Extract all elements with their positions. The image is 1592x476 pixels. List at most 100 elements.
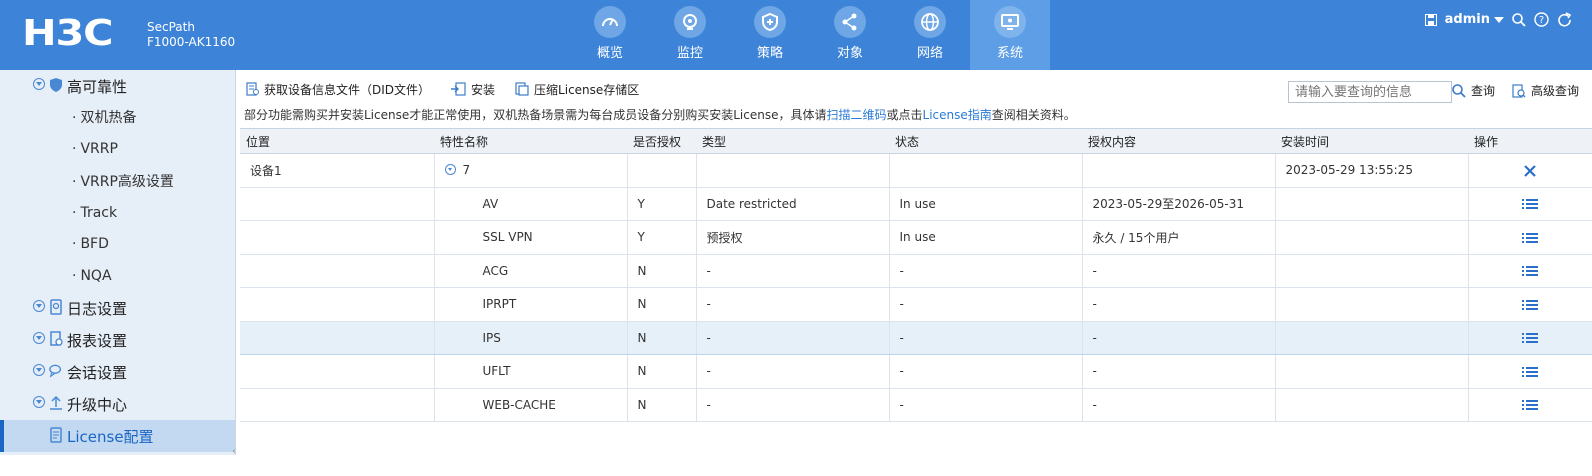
nav-monitor[interactable]: 监控: [650, 0, 730, 70]
cell-type: -: [696, 388, 890, 422]
col-authorized[interactable]: 是否授权: [627, 128, 696, 154]
logout-icon[interactable]: [1557, 12, 1572, 27]
search-input[interactable]: [1288, 81, 1452, 103]
col-content[interactable]: 授权内容: [1082, 128, 1275, 154]
col-status[interactable]: 状态: [889, 128, 1082, 154]
license-guide-link[interactable]: License指南: [923, 108, 992, 122]
search-button[interactable]: 查询: [1452, 82, 1495, 99]
table-row[interactable]: ACG N - - -: [240, 254, 1592, 288]
cell-operation: [1468, 354, 1592, 389]
cell-authorized: N: [627, 254, 697, 288]
sidebar-item-upgrade-center[interactable]: 升级中心: [0, 388, 235, 420]
cell-feature-name: SSL VPN: [434, 220, 628, 255]
sidebar-item-report-settings[interactable]: 报表设置: [0, 324, 235, 356]
sidebar-item-label: License配置: [67, 427, 154, 446]
cell-location: [240, 254, 435, 288]
col-location[interactable]: 位置: [240, 128, 434, 154]
install-icon: [451, 82, 466, 96]
details-list-icon[interactable]: [1521, 332, 1538, 344]
save-icon[interactable]: [1424, 13, 1437, 26]
expand-icon[interactable]: [33, 332, 45, 344]
nav-policy[interactable]: 策略: [730, 0, 810, 70]
cell-type: -: [696, 287, 890, 322]
cell-status: -: [889, 320, 1083, 355]
cell-type: [696, 153, 890, 188]
selection-indicator: [0, 420, 4, 452]
sidebar-item-nqa[interactable]: NQA: [0, 260, 235, 292]
cell-operation: [1468, 388, 1592, 422]
cell-operation: [1468, 320, 1592, 355]
monitor-icon: [994, 6, 1026, 38]
table-row[interactable]: UFLT N - - -: [240, 354, 1592, 389]
table-row-highlighted[interactable]: IPS N - - -: [240, 320, 1592, 355]
sidebar-item-label: VRRP高级设置: [72, 171, 173, 191]
details-list-icon[interactable]: [1521, 399, 1538, 411]
share-icon: [834, 6, 866, 38]
help-icon[interactable]: ?: [1534, 12, 1549, 27]
sidebar-item-label: BFD: [72, 236, 108, 252]
nav-system[interactable]: 系统: [970, 0, 1050, 70]
sidebar-item-log-settings[interactable]: 日志设置: [0, 292, 235, 324]
sidebar-item-vrrp[interactable]: VRRP: [0, 133, 235, 165]
file-info-icon: [246, 82, 259, 96]
cell-type: -: [696, 320, 890, 355]
cell-authorized: N: [627, 287, 697, 322]
cell-content: -: [1082, 320, 1276, 355]
details-list-icon[interactable]: [1521, 366, 1538, 378]
user-name[interactable]: admin: [1445, 12, 1490, 27]
collapse-icon[interactable]: [444, 164, 456, 176]
h3c-logo: H3C: [22, 14, 114, 54]
cell-install-time: [1275, 320, 1469, 355]
sidebar-item-label: 日志设置: [67, 299, 128, 318]
col-install-time[interactable]: 安装时间: [1275, 128, 1468, 154]
sidebar-item-session-settings[interactable]: 会话设置: [0, 356, 235, 388]
cell-content: -: [1082, 254, 1276, 288]
get-did-label: 获取设备信息文件（DID文件）: [264, 82, 431, 97]
nav-network[interactable]: 网络: [890, 0, 970, 70]
col-type[interactable]: 类型: [696, 128, 889, 154]
qr-code-link[interactable]: 扫描二维码: [826, 108, 886, 122]
sidebar-collapse-handle[interactable]: ‹: [232, 446, 238, 476]
collapse-icon[interactable]: [33, 78, 45, 90]
expand-icon[interactable]: [33, 364, 45, 376]
cell-type: 预授权: [696, 220, 890, 255]
shield-icon: [50, 78, 62, 92]
sidebar-item-vrrp-advanced[interactable]: VRRP高级设置: [0, 165, 235, 197]
cell-operation: [1468, 220, 1592, 255]
expand-icon[interactable]: [33, 300, 45, 312]
globe-icon: [914, 6, 946, 38]
upload-icon: [50, 395, 62, 410]
sidebar-item-license-config[interactable]: License配置: [0, 420, 235, 452]
details-list-icon[interactable]: [1521, 232, 1538, 244]
sidebar-item-high-availability[interactable]: 高可靠性: [0, 70, 235, 102]
table-row[interactable]: AV Y Date restricted In use 2023-05-29至2…: [240, 187, 1592, 221]
nav-overview[interactable]: 概览: [570, 0, 650, 70]
table-row[interactable]: WEB-CACHE N - - -: [240, 388, 1592, 422]
details-list-icon[interactable]: [1521, 198, 1538, 210]
get-did-button[interactable]: 获取设备信息文件（DID文件）: [246, 81, 430, 98]
expand-icon[interactable]: [33, 396, 45, 408]
sidebar-item-hot-standby[interactable]: 双机热备: [0, 101, 235, 133]
table-row-device[interactable]: 设备1 7 2023-05-29 13:55:25: [240, 153, 1592, 188]
shield-icon: [754, 6, 786, 38]
col-feature-name[interactable]: 特性名称: [434, 128, 627, 154]
advanced-search-label: 高级查询: [1531, 84, 1580, 98]
install-button[interactable]: 安装: [450, 81, 495, 98]
details-list-icon[interactable]: [1521, 299, 1538, 311]
chevron-down-icon[interactable]: [1494, 16, 1504, 23]
sidebar-item-track[interactable]: Track: [0, 197, 235, 229]
cell-location: [240, 187, 435, 221]
table-row[interactable]: IPRPT N - - -: [240, 287, 1592, 322]
delete-icon[interactable]: [1523, 164, 1537, 178]
table-row[interactable]: SSL VPN Y 预授权 In use 永久 / 15个用户: [240, 220, 1592, 255]
cell-authorized: N: [627, 320, 697, 355]
cell-authorized: N: [627, 388, 697, 422]
advanced-search-button[interactable]: 高级查询: [1512, 82, 1579, 99]
sidebar-item-bfd[interactable]: BFD: [0, 228, 235, 260]
details-list-icon[interactable]: [1521, 265, 1538, 277]
search-icon[interactable]: [1512, 12, 1526, 27]
install-label: 安装: [471, 82, 496, 97]
tip-text-1: 部分功能需购买并安装License才能正常使用，双机热备场景需为每台成员设备分别…: [244, 108, 827, 122]
nav-object[interactable]: 对象: [810, 0, 890, 70]
compress-storage-button[interactable]: 压缩License存储区: [515, 81, 639, 98]
